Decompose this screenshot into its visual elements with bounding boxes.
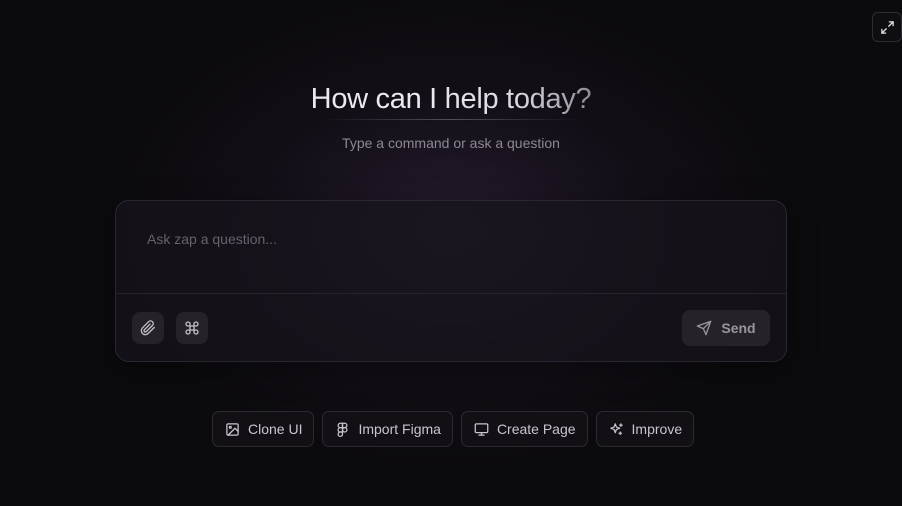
composer-divider [116, 293, 786, 294]
title-plain: How can I [310, 83, 445, 115]
sparkles-icon [609, 422, 623, 435]
expand-button[interactable] [872, 12, 902, 42]
prompt-input[interactable] [116, 201, 786, 293]
prompt-composer: Send [115, 200, 787, 362]
create-page-chip[interactable]: Create Page [460, 411, 588, 447]
page-title: How can I help today? [0, 80, 902, 118]
chip-label: Improve [631, 421, 683, 437]
send-label: Send [721, 320, 756, 336]
expand-arrows-icon [880, 20, 894, 34]
monitor-icon [474, 422, 489, 436]
improve-chip[interactable]: Improve [595, 411, 695, 447]
title-gradient: help today? [444, 83, 592, 115]
figma-icon [337, 422, 348, 437]
command-icon [185, 321, 199, 335]
chip-label: Clone UI [248, 421, 303, 437]
send-icon [697, 320, 712, 336]
send-button[interactable]: Send [682, 310, 770, 346]
image-icon [226, 422, 239, 436]
chip-label: Create Page [496, 421, 576, 437]
paperclip-icon [140, 320, 155, 336]
command-button[interactable] [176, 312, 208, 344]
quick-actions: Clone UI Import Figma Create Page Improv… [212, 411, 695, 447]
clone-ui-chip[interactable]: Clone UI [212, 411, 315, 447]
attach-button[interactable] [132, 312, 164, 344]
import-figma-chip[interactable]: Import Figma [322, 411, 453, 447]
page-subtitle: Type a command or ask a question [342, 135, 560, 151]
title-underline [323, 119, 579, 120]
app-root: How can I help today? Type a command or … [0, 0, 902, 506]
chip-label: Import Figma [358, 421, 441, 437]
